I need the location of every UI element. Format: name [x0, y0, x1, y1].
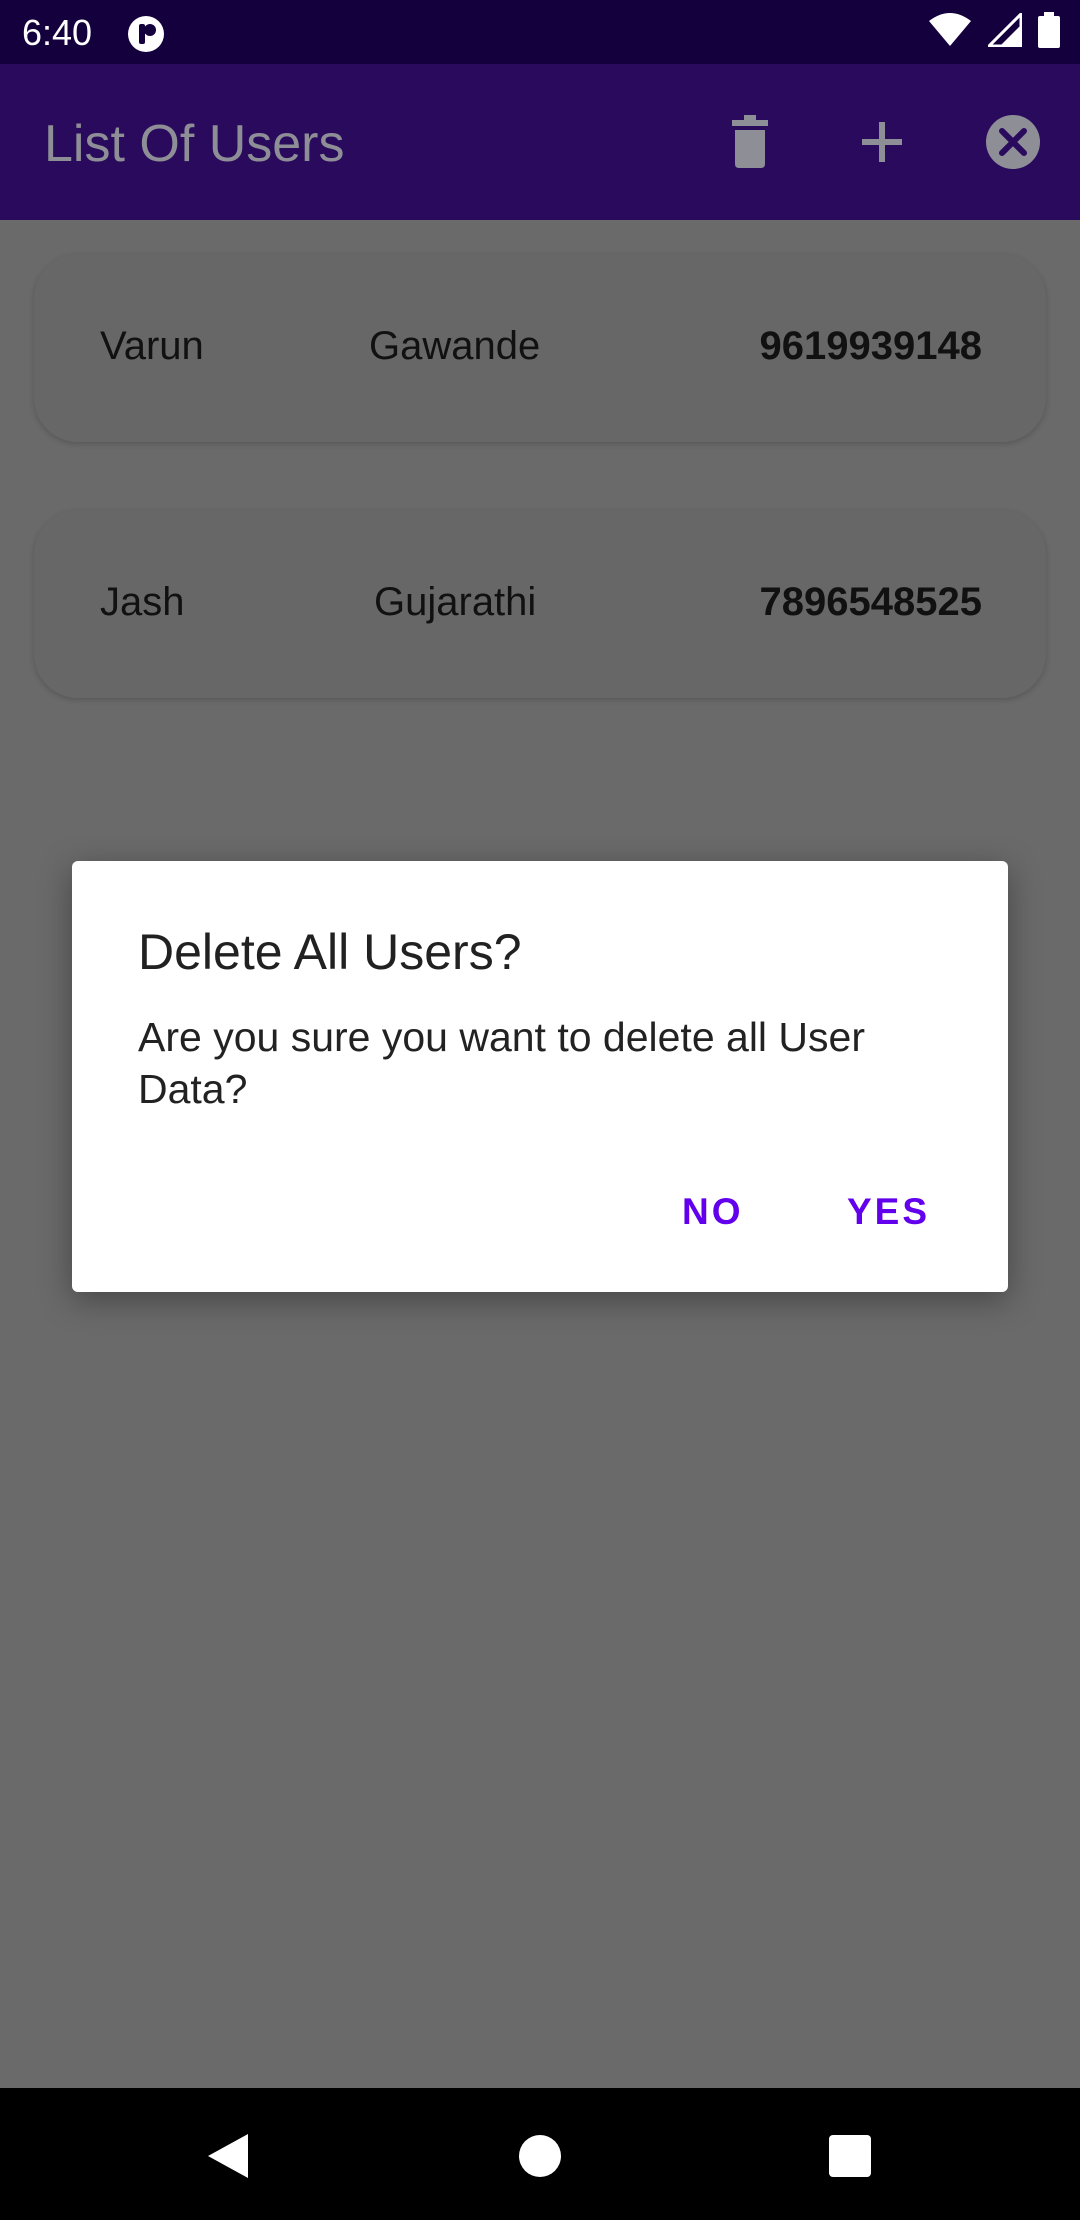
add-icon[interactable] — [850, 110, 914, 174]
dialog-title: Delete All Users? — [138, 924, 522, 980]
status-icons — [928, 9, 1060, 53]
app-notification-icon — [126, 14, 166, 54]
user-phone: 9619939148 — [759, 324, 982, 368]
status-bar: 6:40 — [0, 0, 1080, 64]
user-phone: 7896548525 — [759, 580, 982, 624]
delete-icon[interactable] — [718, 110, 782, 174]
user-card[interactable]: Varun Gawande 9619939148 — [34, 254, 1046, 442]
signal-icon — [985, 9, 1023, 52]
delete-all-dialog: Delete All Users? Are you sure you want … — [72, 861, 1008, 1292]
app-bar: List Of Users — [0, 64, 1080, 220]
back-icon[interactable] — [200, 2128, 256, 2184]
user-first-name: Jash — [100, 580, 185, 624]
close-icon[interactable] — [981, 110, 1045, 174]
user-last-name: Gujarathi — [374, 580, 537, 624]
no-button[interactable]: NO — [682, 1191, 744, 1233]
battery-icon — [1038, 11, 1060, 53]
home-icon[interactable] — [512, 2128, 568, 2184]
recents-icon[interactable] — [822, 2128, 878, 2184]
wifi-icon — [928, 12, 972, 52]
yes-button[interactable]: YES — [847, 1191, 930, 1233]
user-card[interactable]: Jash Gujarathi 7896548525 — [34, 510, 1046, 698]
user-last-name: Gawande — [369, 324, 541, 368]
dialog-message: Are you sure you want to delete all User… — [138, 1014, 865, 1112]
page-title: List Of Users — [44, 115, 345, 173]
user-first-name: Varun — [100, 324, 204, 368]
navigation-bar — [0, 2088, 1080, 2220]
status-time: 6:40 — [22, 12, 93, 53]
